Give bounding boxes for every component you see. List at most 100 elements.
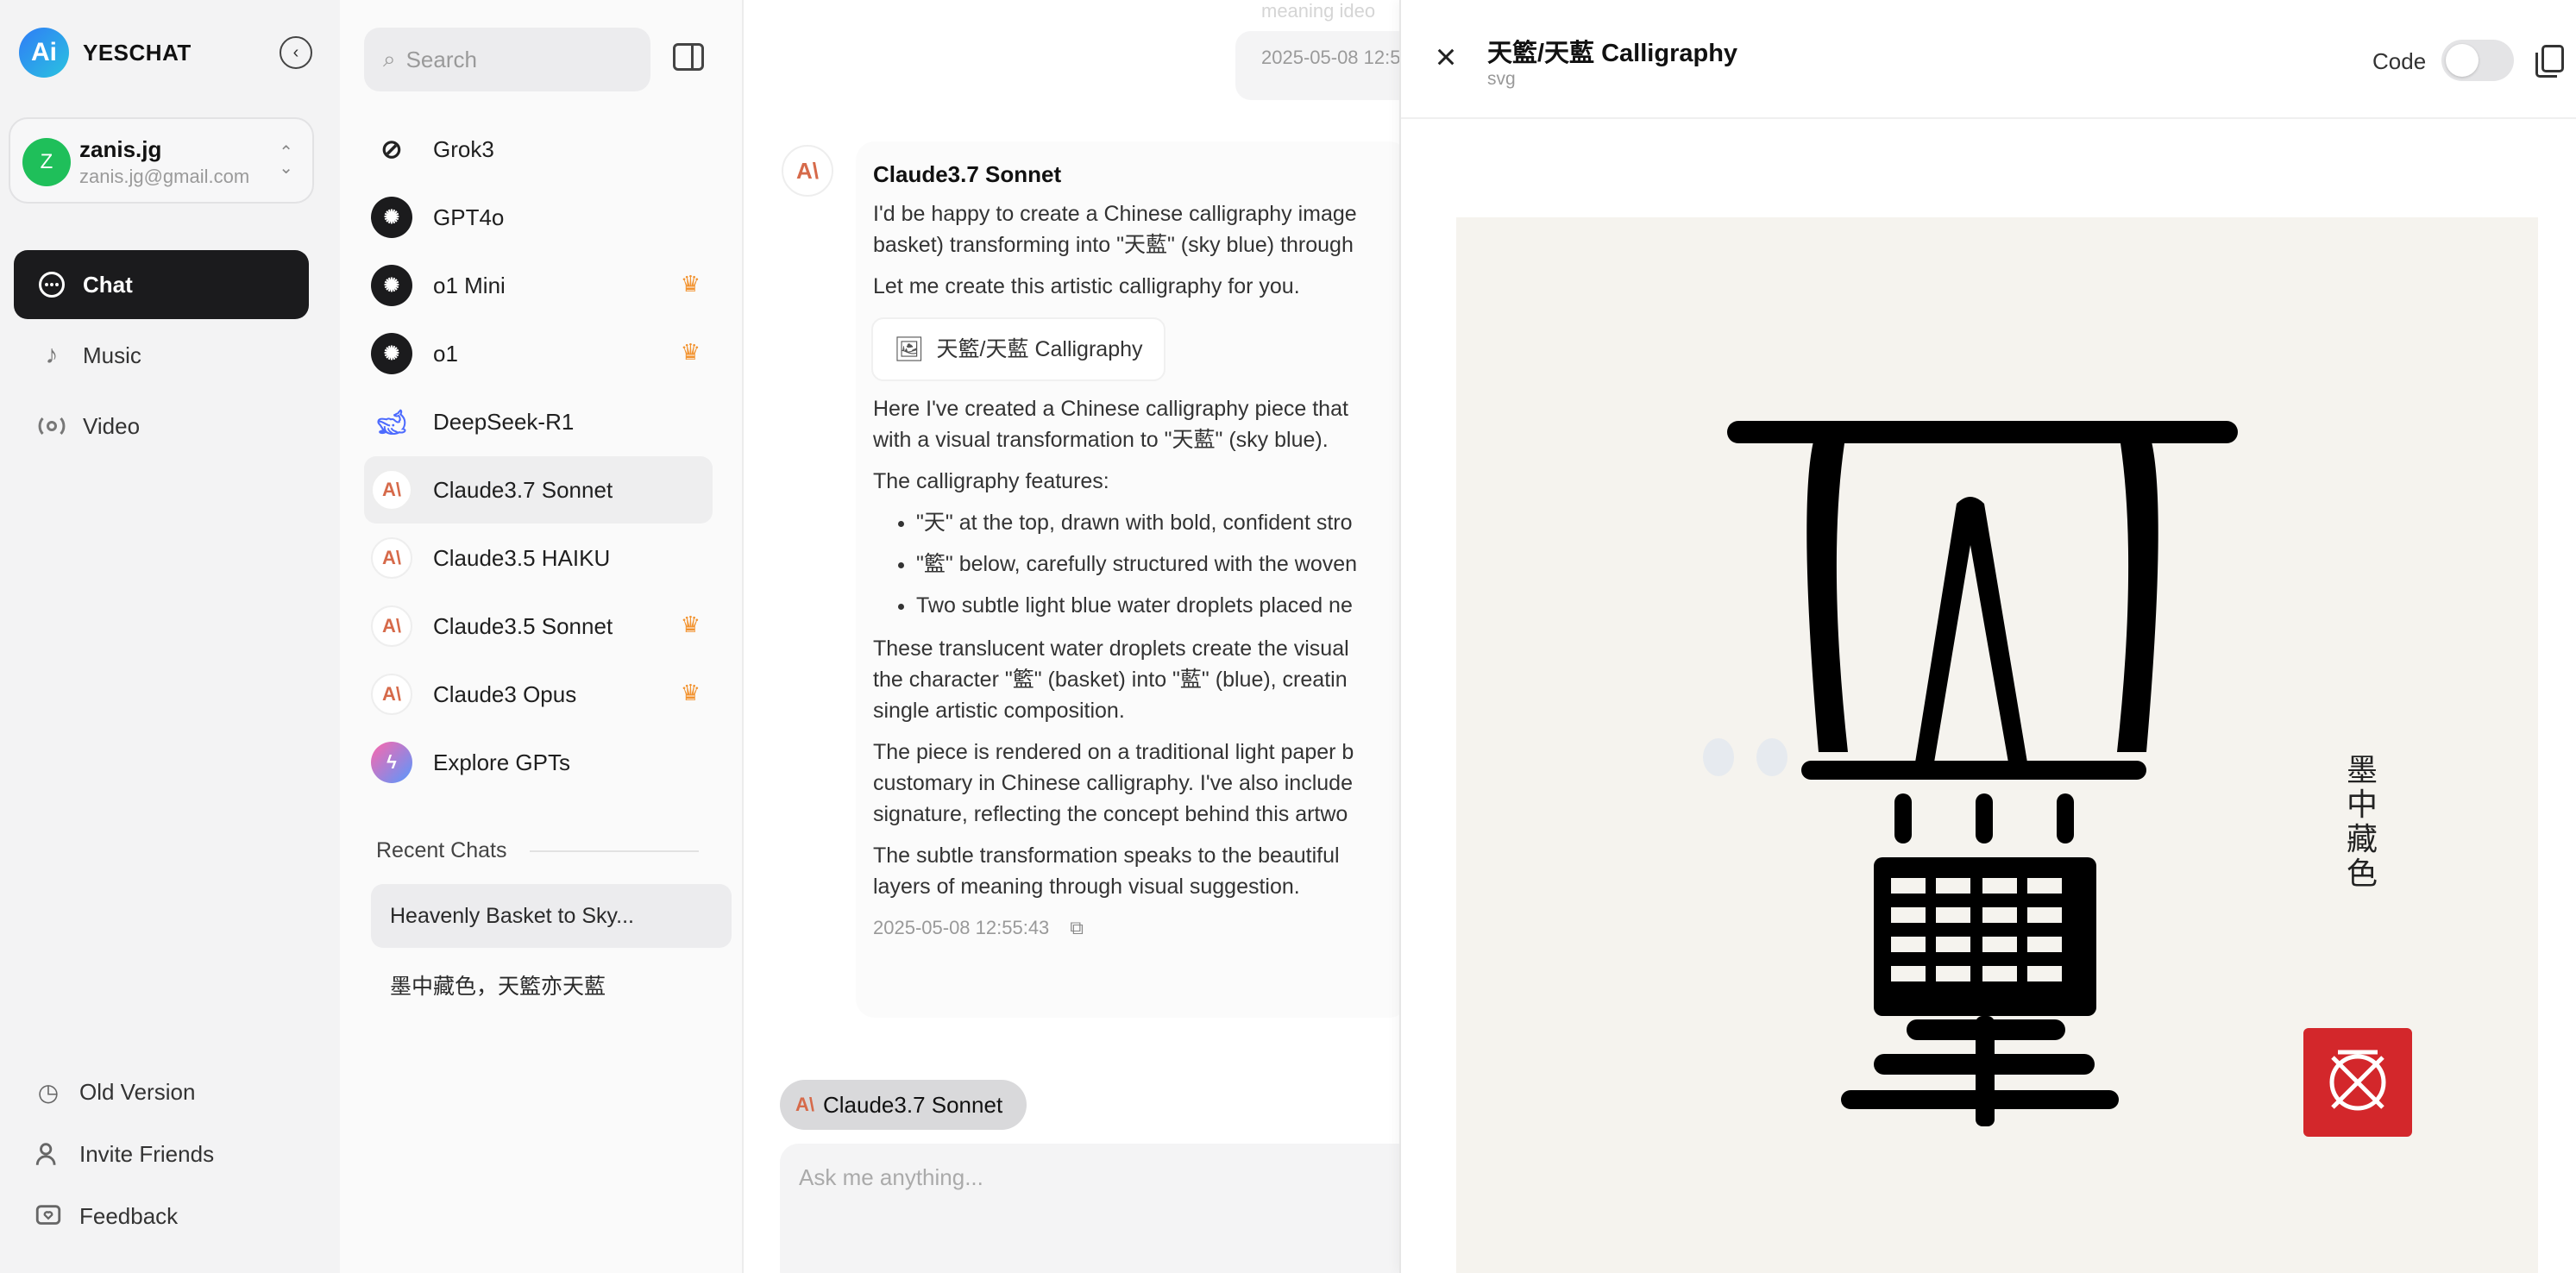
signature-text: 墨中藏色 — [2347, 753, 2378, 892]
model-item-gpt4o[interactable]: ✺ GPT4o — [364, 184, 713, 251]
toggle-knob — [2446, 44, 2479, 77]
artifact-chip[interactable]: 🖼︎ 天籃/天藍 Calligraphy — [871, 317, 1165, 381]
message-line: The piece is rendered on a traditional l… — [873, 740, 1354, 826]
toggle-panel-button[interactable] — [673, 43, 704, 71]
collapse-sidebar-button[interactable]: ‹ — [280, 36, 312, 69]
chat-bubble-icon — [35, 267, 69, 302]
nav-chat[interactable]: Chat — [14, 250, 309, 319]
message-input[interactable] — [780, 1144, 1418, 1273]
nav-music[interactable]: ♪ Music — [14, 321, 309, 390]
model-item-claude3-opus[interactable]: A\ Claude3 Opus ♛ — [364, 661, 713, 728]
model-label: Claude3.7 Sonnet — [433, 476, 613, 503]
nav-chat-label: Chat — [83, 271, 133, 298]
close-icon[interactable]: × — [1427, 39, 1465, 78]
model-label: DeepSeek-R1 — [433, 408, 575, 435]
left-nav: Ai YESCHAT ‹ Z zanis.jg zanis.jg@gmail.c… — [0, 0, 340, 1273]
message-line: Here I've created a Chinese calligraphy … — [873, 397, 1348, 452]
brand[interactable]: Ai YESCHAT — [19, 28, 192, 78]
message-model-name: Claude3.7 Sonnet — [873, 161, 1062, 187]
search-box[interactable]: ⌕ — [364, 28, 650, 91]
message-line: The subtle transformation speaks to the … — [873, 843, 1340, 899]
feedback-label: Feedback — [79, 1202, 179, 1229]
model-item-grok3[interactable]: ⊘ Grok3 — [364, 116, 713, 183]
model-item-claude35-haiku[interactable]: A\ Claude3.5 HAIKU — [364, 524, 713, 592]
message-line: Let me create this artistic calligraphy … — [873, 274, 1300, 298]
model-list-panel: ⌕ ⊘ Grok3 ✺ GPT4o ✺ o1 Mini ♛ ✺ o1 ♛ 🐋︎ … — [340, 0, 744, 1273]
anthropic-icon: A\ — [795, 1094, 814, 1115]
model-item-claude35-sonnet[interactable]: A\ Claude3.5 Sonnet ♛ — [364, 593, 713, 660]
artifact-type: svg — [1487, 69, 1516, 89]
message-line: These translucent water droplets create … — [873, 636, 1349, 723]
feedback-icon — [31, 1199, 66, 1233]
search-input[interactable] — [405, 46, 622, 73]
clock-icon: ◷ — [37, 1078, 60, 1106]
video-icon — [35, 409, 69, 443]
copy-icon[interactable] — [2535, 45, 2564, 78]
deepseek-icon: 🐋︎ — [376, 408, 407, 436]
list-item: Two subtle light blue water droplets pla… — [916, 590, 1408, 621]
brand-logo: Ai — [19, 28, 69, 78]
model-item-claude37-sonnet[interactable]: A\ Claude3.7 Sonnet — [364, 456, 713, 524]
feedback-link[interactable]: Feedback — [31, 1199, 178, 1233]
copy-icon[interactable]: ⧉ — [1070, 912, 1084, 944]
invite-friends-link[interactable]: Invite Friends — [31, 1137, 214, 1171]
message-timestamp: 2025-05-08 12:55:43 — [873, 917, 1050, 938]
model-label: Claude3.5 Sonnet — [433, 612, 613, 639]
model-item-o1[interactable]: ✺ o1 ♛ — [364, 320, 713, 387]
anthropic-icon: A\ — [782, 145, 833, 197]
account-name: zanis.jg — [79, 136, 162, 162]
model-selector-pill[interactable]: A\ Claude3.7 Sonnet — [780, 1080, 1027, 1130]
feature-list: "天" at the top, drawn with bold, confide… — [916, 507, 1408, 621]
divider — [530, 850, 699, 852]
account-switcher[interactable]: Z zanis.jg zanis.jg@gmail.com ⌃ ⌄ — [9, 117, 314, 204]
nav-video[interactable]: Video — [14, 392, 309, 461]
chevron-left-icon: ‹ — [292, 42, 299, 62]
model-label: Grok3 — [433, 135, 494, 162]
model-pill-label: Claude3.7 Sonnet — [823, 1091, 1003, 1118]
model-label: Claude3.5 HAIKU — [433, 544, 611, 571]
seal-stamp — [2303, 1028, 2412, 1137]
account-email: zanis.jg@gmail.com — [79, 166, 250, 187]
image-icon: 🖼︎ — [894, 335, 925, 362]
calligraphy-canvas: 墨中藏色 — [1456, 217, 2538, 1273]
old-version-label: Old Version — [79, 1078, 196, 1105]
model-item-o1-mini[interactable]: ✺ o1 Mini ♛ — [364, 252, 713, 319]
recent-chat-item[interactable]: 墨中藏色，天籃亦天藍 — [371, 953, 732, 1017]
explore-icon: ϟ — [371, 742, 412, 783]
search-icon: ⌕ — [383, 46, 396, 72]
crown-icon: ♛ — [680, 271, 701, 297]
list-item: "籃" below, carefully structured with the… — [916, 549, 1408, 580]
anthropic-icon: A\ — [371, 605, 412, 647]
list-item: "天" at the top, drawn with bold, confide… — [916, 507, 1408, 538]
code-toggle-label: Code — [2372, 48, 2427, 74]
model-label: GPT4o — [433, 204, 505, 230]
model-item-deepseek-r1[interactable]: 🐋︎ DeepSeek-R1 — [364, 388, 713, 455]
model-label: Explore GPTs — [433, 749, 570, 775]
recent-chats-heading: Recent Chats — [376, 838, 507, 862]
avatar: Z — [22, 138, 71, 186]
artifact-chip-label: 天籃/天藍 Calligraphy — [936, 337, 1143, 361]
nav-video-label: Video — [83, 412, 141, 439]
recent-chat-item[interactable]: Heavenly Basket to Sky... — [371, 884, 732, 948]
chevron-up-down-icon: ⌃ ⌄ — [279, 143, 293, 178]
anthropic-icon: A\ — [371, 674, 412, 715]
previous-message-fragment: meaning ideo — [1261, 0, 1376, 22]
artifact-panel: × 天籃/天藍 Calligraphy svg Code 墨 中 藏 色 — [1399, 0, 2576, 1273]
anthropic-icon: A\ — [371, 469, 412, 511]
invite-friends-label: Invite Friends — [79, 1140, 215, 1167]
model-label: Claude3 Opus — [433, 680, 577, 707]
message-composer[interactable] — [780, 1144, 1418, 1273]
nav-music-label: Music — [83, 342, 141, 368]
old-version-link[interactable]: ◷ Old Version — [31, 1075, 196, 1109]
model-item-explore-gpts[interactable]: ϟ Explore GPTs — [364, 729, 713, 796]
music-note-icon: ♪ — [45, 341, 59, 369]
crown-icon: ♛ — [680, 680, 701, 705]
assistant-message: Claude3.7 Sonnet I'd be happy to create … — [856, 141, 1408, 1018]
openai-icon: ✺ — [371, 265, 412, 306]
artifact-title: 天籃/天藍 Calligraphy — [1487, 40, 1738, 67]
user-add-icon — [31, 1137, 66, 1171]
code-toggle[interactable] — [2441, 40, 2514, 81]
model-label: o1 Mini — [433, 272, 506, 298]
chat-area: meaning ideo 2025-05-08 12:5 A\ Claude3.… — [744, 0, 1460, 1273]
model-label: o1 — [433, 340, 458, 367]
